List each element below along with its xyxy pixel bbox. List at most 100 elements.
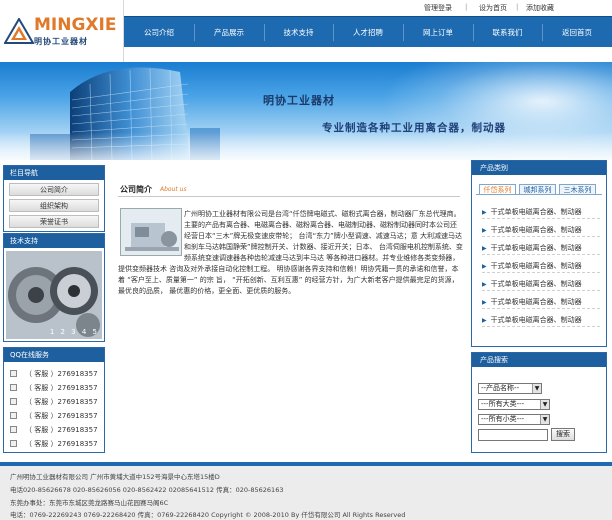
tab-underline [476,194,602,195]
footer-company-address: 广州明协工业器材有限公司 广州市黄埔大道中152号海景中心东塔15楼D [10,473,220,481]
top-links-bar: 管理登录 | 设为首页 | 添加收藏 [124,0,612,16]
product-item-label: 干式单板电磁离合器、制动器 [490,262,582,270]
qq-icon [10,384,17,391]
footer-branch-address: 东莞办事处：东莞市东城区莞龙路赛马山花园赛马阁6C [10,499,169,507]
banner-slogan: 专业制造各种工业用离合器，制动器 [322,122,506,134]
product-category-title: 产品类别 [472,161,606,175]
image-pager[interactable]: 1 2 3 4 5 [50,328,99,336]
qq-icon [10,398,17,405]
nav-products[interactable]: 产品展示 [194,17,264,48]
about-divider [118,196,460,197]
qq-icon [10,370,17,377]
qq-contact[interactable]: （ 客服 ）276918357 [10,369,98,379]
set-homepage-link[interactable]: 设为首页 [479,3,507,13]
arrow-right-icon: ▶ [482,227,487,234]
search-button[interactable]: 搜索 [551,428,575,441]
product-item[interactable]: ▶ 干式单板电磁离合器、制动器 [482,243,600,255]
tech-support-title: 技术支持 [4,234,104,248]
category-minor-select[interactable]: ---所有小类--- ▼ [478,414,550,425]
product-item-label: 干式单板电磁离合器、制动器 [490,298,582,306]
nav-online-order[interactable]: 网上订单 [403,17,473,48]
add-favorite-link[interactable]: 添加收藏 [526,3,554,13]
qq-contact[interactable]: （ 客服 ）276918357 [10,411,98,421]
qq-contact[interactable]: （ 客服 ）276918357 [10,425,98,435]
category-major-select-value: ---所有大类--- [481,400,525,408]
subnav-honors[interactable]: 荣誉证书 [9,215,99,228]
qq-contact-label: （ 客服 ）276918357 [25,426,98,434]
header: MINGXIE 明协工业器材 管理登录 | 设为首页 | 添加收藏 公司介绍 产… [0,0,612,62]
category-minor-select-value: ---所有小类--- [481,415,525,423]
chevron-down-icon: ▼ [532,384,541,393]
banner-title: 明协工业器材 [263,94,335,107]
qq-service-title: QQ在线服务 [4,348,104,362]
about-text-block: 广州明协工业器材有限公司是台湾“仟岱牌电磁式、磁粉式离合器，制动器厂东总代理商。… [118,209,463,297]
arrow-right-icon: ▶ [482,299,487,306]
logo-english-text: MINGXIE [34,15,117,35]
nav-company-intro[interactable]: 公司介绍 [124,17,194,48]
clutch-disc-icon [6,251,102,339]
nav-tech-support[interactable]: 技术支持 [264,17,333,48]
subnav-organization[interactable]: 组织架构 [9,199,99,212]
qq-icon [10,412,17,419]
nav-underlay [124,47,612,62]
about-title: 公司简介 [120,185,152,194]
qq-contact-label: （ 客服 ）276918357 [25,384,98,392]
qq-contact-label: （ 客服 ）276918357 [25,412,98,420]
arrow-right-icon: ▶ [482,209,487,216]
search-keyword-input[interactable] [478,429,548,441]
column-nav-title: 栏目导航 [4,166,104,180]
arrow-right-icon: ▶ [482,245,487,252]
arrow-right-icon: ▶ [482,317,487,324]
logo-chinese-text: 明协工业器材 [34,37,88,46]
tech-support-panel: 技术支持 1 2 3 4 5 [3,233,105,342]
product-item[interactable]: ▶ 干式单板电磁离合器、制动器 [482,261,600,273]
qq-icon [10,426,17,433]
product-item[interactable]: ▶ 干式单板电磁离合器、制动器 [482,297,600,309]
chevron-down-icon: ▼ [540,415,549,424]
admin-login-link[interactable]: 管理登录 [424,3,452,13]
nav-contact-us[interactable]: 联系我们 [473,17,542,48]
about-subtitle: About us [160,186,187,193]
product-search-title: 产品搜索 [472,353,606,367]
footer-copyright: 电话：0769-22269243 0769-22268420 传真：0769-2… [10,511,406,519]
qq-service-panel: QQ在线服务 （ 客服 ）276918357 （ 客服 ）276918357 （… [3,347,105,453]
product-item-label: 干式单板电磁离合器、制动器 [490,226,582,234]
arrow-right-icon: ▶ [482,263,487,270]
image-spacer [118,209,184,259]
category-major-select[interactable]: ---所有大类--- ▼ [478,399,550,410]
banner: 明协工业器材 专业制造各种工业用离合器，制动器 [0,62,612,160]
product-item[interactable]: ▶ 干式单板电磁离合器、制动器 [482,315,600,327]
arrow-right-icon: ▶ [482,281,487,288]
main-nav: 公司介绍 产品展示 技术支持 人才招聘 网上订单 联系我们 返回首页 [124,16,612,47]
qq-contact-label: （ 客服 ）276918357 [25,398,98,406]
product-name-select-value: --产品名称-- [481,384,520,392]
nav-recruitment[interactable]: 人才招聘 [333,17,403,48]
qq-contact[interactable]: （ 客服 ）276918357 [10,439,98,449]
product-item-label: 干式单板电磁离合器、制动器 [490,244,582,252]
qq-contact[interactable]: （ 客服 ）276918357 [10,383,98,393]
logo-mark-icon [4,18,34,44]
qq-icon [10,440,17,447]
product-item-label: 干式单板电磁离合器、制动器 [490,316,582,324]
product-item-label: 干式单板电磁离合器、制动器 [490,280,582,288]
top-separator: | [465,3,468,11]
qq-contact-label: （ 客服 ）276918357 [25,440,98,448]
product-category-panel: 产品类别 仟岱系列 城邦系列 三木系列 ▶ 干式单板电磁离合器、制动器 ▶ 干式单板… [471,160,607,347]
logo[interactable]: MINGXIE 明协工业器材 [0,0,124,62]
clutch-product-image[interactable]: 1 2 3 4 5 [6,251,102,339]
column-nav-panel: 栏目导航 公司简介 组织架构 荣誉证书 [3,165,105,232]
chevron-down-icon: ▼ [540,400,549,409]
product-item-label: 干式单板电磁离合器、制动器 [490,208,582,216]
qq-contact-label: （ 客服 ）276918357 [25,370,98,378]
product-item[interactable]: ▶ 干式单板电磁离合器、制动器 [482,207,600,219]
banner-clouds [0,132,612,160]
product-item[interactable]: ▶ 干式单板电磁离合器、制动器 [482,225,600,237]
subnav-company-profile[interactable]: 公司简介 [9,183,99,196]
qq-contact[interactable]: （ 客服 ）276918357 [10,397,98,407]
top-separator: | [516,3,519,11]
footer: 广州明协工业器材有限公司 广州市黄埔大道中152号海景中心东塔15楼D 电话02… [0,466,612,520]
product-name-select[interactable]: --产品名称-- ▼ [478,383,542,394]
footer-phone: 电话020-85626678 020-85626056 020-8562422 … [10,486,284,494]
product-item[interactable]: ▶ 干式单板电磁离合器、制动器 [482,279,600,291]
nav-home[interactable]: 返回首页 [542,17,612,48]
